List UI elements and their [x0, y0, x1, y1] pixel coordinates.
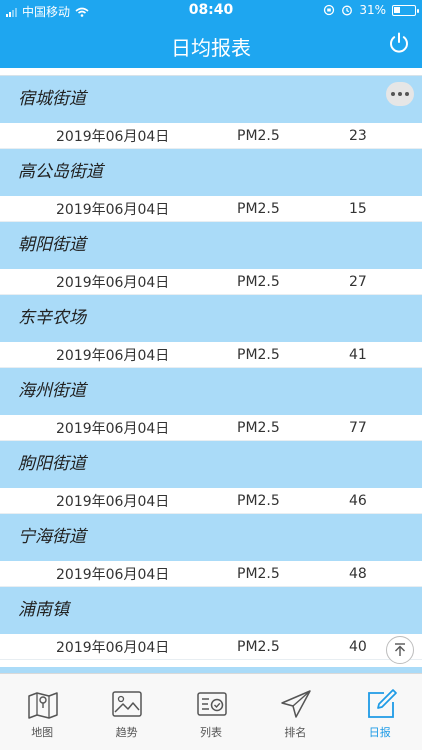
list-check-icon: [197, 692, 227, 716]
top-bar: 中国移动 08:40 31% 日均报表: [0, 0, 422, 68]
date-cell: 2019年06月04日: [56, 347, 170, 364]
tab-trend-label: 趋势: [115, 726, 138, 739]
value-cell: 41: [349, 346, 367, 363]
date-cell: 2019年06月04日: [56, 274, 170, 291]
date-cell: 2019年06月04日: [56, 201, 170, 218]
map-icon: [28, 692, 58, 719]
station-header[interactable]: 宁海街道: [0, 514, 422, 561]
list-item[interactable]: 2019年06月04日 PM2.5 40: [0, 634, 422, 660]
tab-ranking[interactable]: 排名: [253, 674, 337, 750]
battery-icon: [392, 4, 419, 16]
send-icon: [281, 690, 311, 718]
back-to-top-icon[interactable]: [386, 636, 414, 664]
pollutant-cell: PM2.5: [237, 638, 280, 655]
report-rows: 宿城街道 2019年06月04日 PM2.5 23 高公岛街道 2019年06月04日 PM…: [0, 76, 422, 660]
list-item[interactable]: 2019年06月04日 PM2.5 77: [0, 415, 422, 441]
partial-row: [0, 68, 422, 76]
tab-daily-report-label: 日报: [368, 726, 391, 739]
power-icon[interactable]: [386, 30, 412, 56]
list-item[interactable]: 2019年06月04日 PM2.5 48: [0, 561, 422, 587]
date-cell: 2019年06月04日: [56, 128, 170, 145]
station-header[interactable]: 朝阳街道: [0, 222, 422, 269]
date-cell: 2019年06月04日: [56, 420, 170, 437]
pollutant-cell: PM2.5: [237, 127, 280, 144]
pollutant-cell: PM2.5: [237, 565, 280, 582]
list-item[interactable]: 2019年06月04日 PM2.5 41: [0, 342, 422, 368]
value-cell: 27: [349, 273, 367, 290]
station-header[interactable]: 海州街道: [0, 368, 422, 415]
value-cell: 46: [349, 492, 367, 509]
pollutant-cell: PM2.5: [237, 346, 280, 363]
date-cell: 2019年06月04日: [56, 639, 170, 656]
value-cell: 15: [349, 200, 367, 217]
tab-ranking-label: 排名: [284, 726, 307, 739]
tab-daily-report[interactable]: 日报: [338, 674, 422, 750]
more-icon[interactable]: [386, 82, 414, 106]
station-header[interactable]: 浦南镇: [0, 587, 422, 634]
pollutant-cell: PM2.5: [237, 273, 280, 290]
pollutant-cell: PM2.5: [237, 492, 280, 509]
image-icon: [112, 691, 143, 717]
tab-list[interactable]: 列表: [169, 674, 253, 750]
status-bar: 中国移动 08:40 31%: [0, 0, 422, 22]
orientation-lock-icon: [324, 4, 335, 16]
value-cell: 23: [349, 127, 367, 144]
station-header[interactable]: 宿城街道: [0, 76, 422, 123]
date-cell: 2019年06月04日: [56, 493, 170, 510]
tab-map[interactable]: 地图: [0, 674, 84, 750]
pollutant-cell: PM2.5: [237, 200, 280, 217]
report-list[interactable]: 宿城街道 2019年06月04日 PM2.5 23 高公岛街道 2019年06月04日 PM…: [0, 68, 422, 673]
station-header[interactable]: 朐阳街道: [0, 441, 422, 488]
battery-fill: [394, 6, 400, 13]
list-item[interactable]: 2019年06月04日 PM2.5 46: [0, 488, 422, 514]
station-header[interactable]: 高公岛街道: [0, 149, 422, 196]
list-item[interactable]: 2019年06月04日 PM2.5 27: [0, 269, 422, 295]
tab-map-label: 地图: [31, 726, 54, 739]
list-item[interactable]: 2019年06月04日 PM2.5 15: [0, 196, 422, 222]
pollutant-cell: PM2.5: [237, 419, 280, 436]
page-title: 日均报表: [171, 36, 251, 60]
value-cell: 48: [349, 565, 367, 582]
status-right: 31%: [323, 3, 419, 17]
alarm-icon: [342, 5, 353, 16]
tab-trend[interactable]: 趋势: [84, 674, 168, 750]
tab-list-label: 列表: [199, 726, 222, 739]
tab-bar: 地图 趋势 列表 排名 日报: [0, 673, 422, 750]
date-cell: 2019年06月04日: [56, 566, 170, 583]
list-item[interactable]: 2019年06月04日 PM2.5 23: [0, 123, 422, 149]
battery-percent: 31%: [359, 3, 386, 17]
station-header[interactable]: 东辛农场: [0, 295, 422, 342]
value-cell: 77: [349, 419, 367, 436]
edit-icon: [367, 689, 397, 718]
